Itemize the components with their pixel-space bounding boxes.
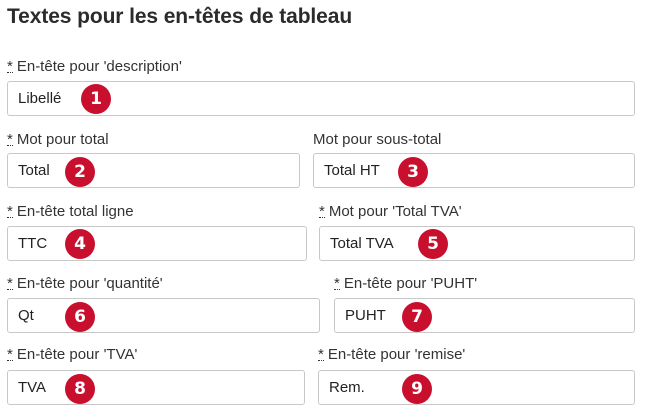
label-text: Mot pour total xyxy=(16,131,109,148)
required-marker: * xyxy=(7,275,13,292)
field-line-total: * En-tête total ligne xyxy=(7,203,307,263)
total-input[interactable] xyxy=(7,153,300,188)
section-title: Textes pour les en-têtes de tableau xyxy=(7,5,353,28)
field-puht: * En-tête pour 'PUHT' xyxy=(334,275,635,335)
total-tva-input[interactable] xyxy=(319,226,635,261)
callout-badge-1: 1 xyxy=(81,84,111,114)
callout-badge-3: 3 xyxy=(398,157,428,187)
tva-input[interactable] xyxy=(7,370,305,405)
field-total-tva: * Mot pour 'Total TVA' xyxy=(319,203,635,263)
line-total-input[interactable] xyxy=(7,226,307,261)
label-text: En-tête pour 'remise' xyxy=(327,346,466,363)
field-label-tva: * En-tête pour 'TVA' xyxy=(7,346,137,363)
label-text: En-tête pour 'description' xyxy=(16,58,182,75)
callout-badge-6: 6 xyxy=(65,302,95,332)
required-marker: * xyxy=(318,346,324,363)
callout-badge-7: 7 xyxy=(402,302,432,332)
callout-badge-8: 8 xyxy=(65,374,95,404)
field-label-quantity: * En-tête pour 'quantité' xyxy=(7,275,163,292)
field-quantity: * En-tête pour 'quantité' xyxy=(7,275,320,335)
field-tva: * En-tête pour 'TVA' xyxy=(7,346,305,406)
required-marker: * xyxy=(7,203,13,220)
puht-input[interactable] xyxy=(334,298,635,333)
label-text: En-tête pour 'quantité' xyxy=(16,275,163,292)
required-marker: * xyxy=(319,203,325,220)
callout-badge-2: 2 xyxy=(65,157,95,187)
required-marker: * xyxy=(7,131,13,148)
callout-badge-5: 5 xyxy=(418,229,448,259)
label-text: Mot pour sous-total xyxy=(313,131,442,148)
label-text: En-tête pour 'PUHT' xyxy=(343,275,478,292)
discount-input[interactable] xyxy=(318,370,635,405)
field-label-subtotal: Mot pour sous-total xyxy=(313,131,441,148)
required-marker: * xyxy=(7,346,13,363)
field-label-total-tva: * Mot pour 'Total TVA' xyxy=(319,203,462,220)
field-label-puht: * En-tête pour 'PUHT' xyxy=(334,275,477,292)
field-label-line-total: * En-tête total ligne xyxy=(7,203,134,220)
callout-badge-4: 4 xyxy=(65,229,95,259)
callout-badge-9: 9 xyxy=(402,374,432,404)
field-subtotal: Mot pour sous-total xyxy=(313,131,635,191)
field-total: * Mot pour total xyxy=(7,131,300,191)
field-label-description: * En-tête pour 'description' xyxy=(7,58,182,75)
label-text: En-tête pour 'TVA' xyxy=(16,346,138,363)
field-label-total: * Mot pour total xyxy=(7,131,109,148)
label-text: Mot pour 'Total TVA' xyxy=(328,203,462,220)
field-label-discount: * En-tête pour 'remise' xyxy=(318,346,465,363)
quantity-input[interactable] xyxy=(7,298,320,333)
required-marker: * xyxy=(334,275,340,292)
subtotal-input[interactable] xyxy=(313,153,635,188)
field-discount: * En-tête pour 'remise' xyxy=(318,346,635,406)
label-text: En-tête total ligne xyxy=(16,203,134,220)
required-marker: * xyxy=(7,58,13,75)
